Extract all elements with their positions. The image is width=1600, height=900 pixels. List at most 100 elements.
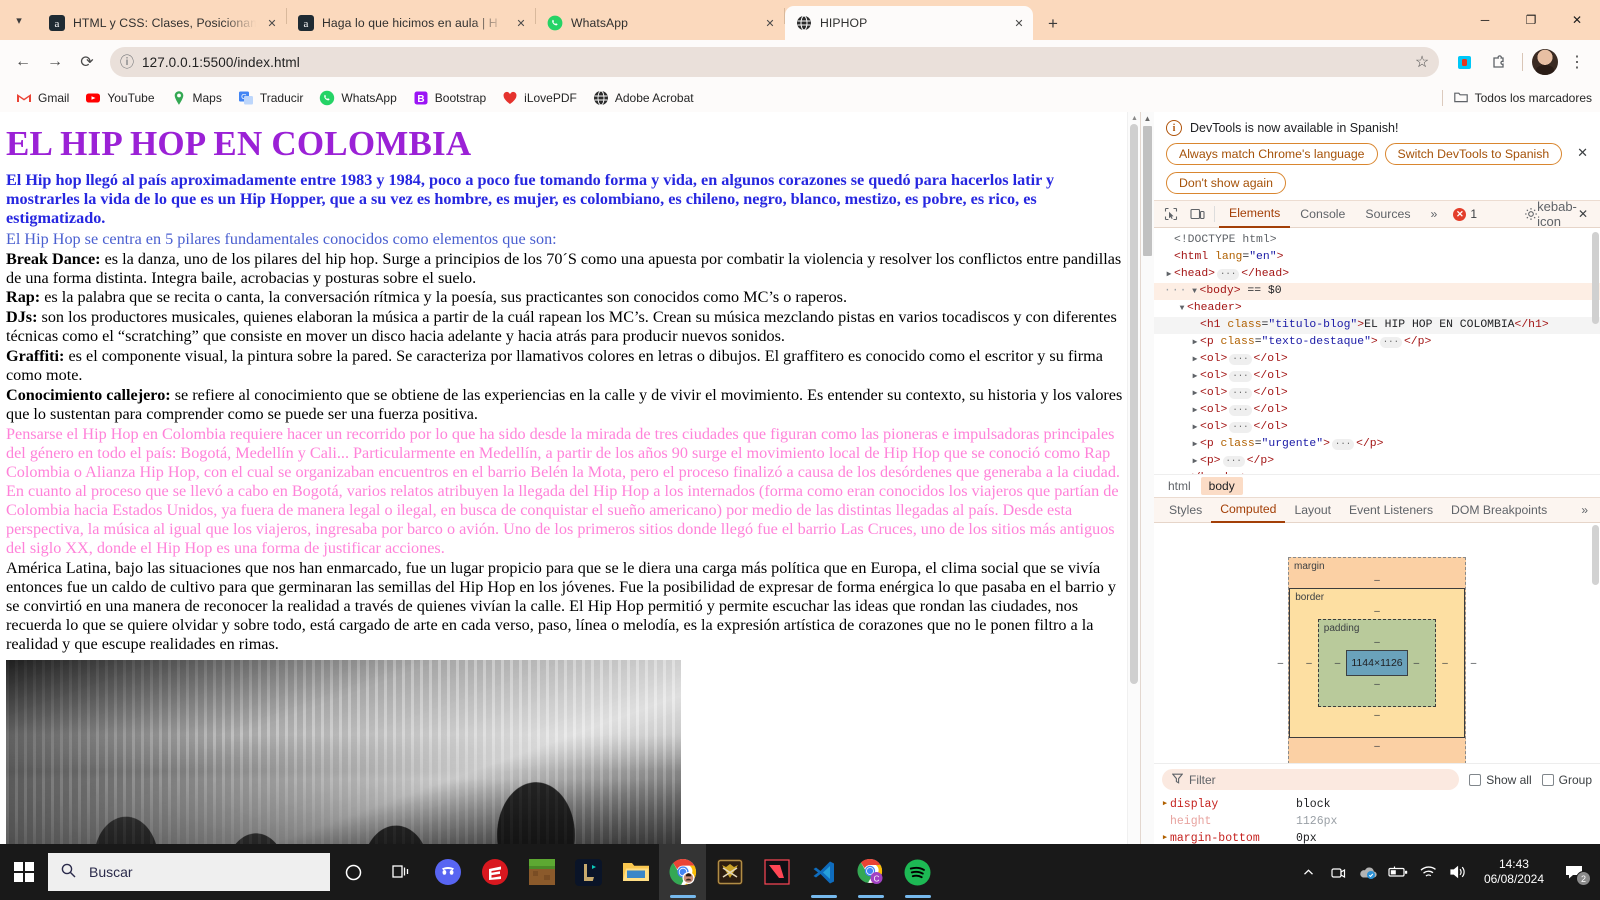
dont-show-again-button[interactable]: Don't show again	[1166, 172, 1286, 194]
back-button[interactable]: ←	[8, 47, 38, 77]
dom-node-row[interactable]: <html lang="en">	[1154, 249, 1600, 266]
bookmark-whatsapp[interactable]: WhatsApp	[311, 87, 404, 109]
border-right-value[interactable]: –	[1442, 658, 1448, 669]
expand-arrow-icon[interactable]	[1190, 402, 1200, 419]
close-devtools-icon[interactable]: ✕	[1570, 202, 1596, 226]
inspect-element-icon[interactable]	[1158, 202, 1184, 226]
address-bar[interactable]: ⓘ 127.0.0.1:5500/index.html ☆	[110, 47, 1439, 77]
padding-bottom-value[interactable]: –	[1374, 679, 1380, 690]
expand-arrow-icon[interactable]	[1177, 300, 1187, 317]
padding-right-value[interactable]: –	[1414, 658, 1420, 669]
computed-property-row[interactable]: height 1126px	[1160, 813, 1600, 830]
border-left-value[interactable]: –	[1306, 658, 1312, 669]
margin-left-value[interactable]: –	[1278, 658, 1284, 669]
dom-node-row[interactable]: <h1 class="titulo-blog">EL HIP HOP EN CO…	[1154, 317, 1600, 334]
switch-devtools-spanish-button[interactable]: Switch DevTools to Spanish	[1384, 143, 1563, 165]
browser-tab-4-active[interactable]: HIPHOP ✕	[785, 6, 1033, 40]
close-icon[interactable]: ✕	[1011, 15, 1027, 31]
dom-node-row[interactable]: <head>···</head>	[1154, 266, 1600, 283]
bookmark-maps[interactable]: Maps	[163, 87, 230, 109]
expand-arrow-icon[interactable]	[1190, 368, 1200, 385]
padding-left-value[interactable]: –	[1335, 658, 1341, 669]
vscode-icon[interactable]	[800, 844, 847, 900]
dom-node-row[interactable]: <p class="urgente">···</p>	[1154, 436, 1600, 453]
subtab-styles[interactable]: Styles	[1160, 498, 1211, 523]
bookmark-adobe-acrobat[interactable]: Adobe Acrobat	[585, 87, 702, 109]
bookmark-star-icon[interactable]: ☆	[1411, 51, 1433, 73]
dom-node-row[interactable]: <header>	[1154, 300, 1600, 317]
subtab-layout[interactable]: Layout	[1285, 498, 1340, 523]
tab-sources[interactable]: Sources	[1355, 201, 1420, 228]
page-scrollbar[interactable]: ▲ ▼	[1127, 112, 1140, 864]
always-match-language-button[interactable]: Always match Chrome's language	[1166, 143, 1378, 165]
bookmark-ilovepdf[interactable]: iLovePDF	[494, 87, 585, 109]
expand-arrow-icon[interactable]	[1190, 283, 1200, 300]
dom-node-row[interactable]: </header>	[1154, 470, 1600, 474]
dom-node-row[interactable]: <ol>···</ol>	[1154, 351, 1600, 368]
avatar[interactable]	[1532, 49, 1558, 75]
expand-arrow-icon[interactable]	[1190, 419, 1200, 436]
error-indicator[interactable]: ✕ 1	[1453, 207, 1477, 221]
filter-input[interactable]: Filter	[1162, 769, 1460, 790]
camera-icon[interactable]	[1324, 844, 1354, 900]
expand-arrow-icon[interactable]	[1164, 266, 1174, 283]
margin-bottom-value[interactable]: –	[1374, 741, 1380, 752]
border-bottom-value[interactable]: –	[1374, 710, 1380, 721]
volume-icon[interactable]	[1444, 844, 1474, 900]
dom-scrollbar[interactable]	[1590, 228, 1600, 474]
dom-node-row[interactable]: <p>···</p>	[1154, 453, 1600, 470]
breadcrumb-body[interactable]: body	[1200, 477, 1243, 496]
search-input[interactable]: Buscar	[48, 853, 330, 891]
extension-icon[interactable]	[1449, 47, 1479, 77]
close-banner-icon[interactable]: ✕	[1577, 145, 1588, 161]
scrollbar-thumb[interactable]	[1143, 126, 1152, 256]
dom-node-row[interactable]: <p class="texto-destaque">···</p>	[1154, 334, 1600, 351]
subtabs-overflow-icon[interactable]: »	[1575, 503, 1594, 517]
expand-arrow-icon[interactable]	[1190, 334, 1200, 351]
bookmark-bootstrap[interactable]: B Bootstrap	[405, 87, 494, 109]
expand-arrow-icon[interactable]	[1190, 436, 1200, 453]
browser-tab-2[interactable]: a Haga lo que hicimos en aula | H ✕	[287, 6, 535, 40]
subtab-dom-breakpoints[interactable]: DOM Breakpoints	[1442, 498, 1556, 523]
site-info-icon[interactable]: ⓘ	[120, 52, 134, 72]
spotify-icon[interactable]	[894, 844, 941, 900]
dom-node-row[interactable]: <ol>···</ol>	[1154, 368, 1600, 385]
start-button[interactable]	[0, 844, 48, 900]
dom-node-row[interactable]: <!DOCTYPE html>	[1154, 232, 1600, 249]
chevron-up-icon[interactable]	[1294, 844, 1324, 900]
browser-tab-1[interactable]: a HTML y CSS: Clases, Posicionam ✕	[38, 6, 286, 40]
checkbox-box[interactable]	[1469, 773, 1482, 786]
dom-node-row[interactable]: <ol>···</ol>	[1154, 419, 1600, 436]
padding-top-value[interactable]: –	[1374, 637, 1380, 648]
clock[interactable]: 14:43 06/08/2024	[1474, 857, 1554, 887]
expand-arrow-icon[interactable]	[1190, 453, 1200, 470]
wow-icon[interactable]	[706, 844, 753, 900]
tab-elements[interactable]: Elements	[1219, 201, 1291, 228]
browser-tab-3[interactable]: WhatsApp ✕	[536, 6, 784, 40]
scrollbar-thumb[interactable]	[1592, 525, 1599, 586]
box-model-padding[interactable]: padding – – 1144×1126 – –	[1317, 619, 1437, 708]
expand-arrow-icon[interactable]	[1190, 385, 1200, 402]
dom-node-row[interactable]: ··· <body> == $0	[1154, 283, 1600, 300]
close-icon[interactable]: ✕	[762, 15, 778, 31]
subtab-event-listeners[interactable]: Event Listeners	[1340, 498, 1442, 523]
scroll-up-icon[interactable]: ▲	[1141, 112, 1154, 125]
checkbox-box[interactable]	[1541, 773, 1554, 786]
breadcrumb-html[interactable]: html	[1160, 477, 1199, 495]
margin-top-value[interactable]: –	[1374, 575, 1380, 586]
dom-node-row[interactable]: <ol>···</ol>	[1154, 385, 1600, 402]
show-all-checkbox[interactable]: Show all	[1469, 773, 1532, 787]
riot-icon[interactable]	[471, 844, 518, 900]
border-top-value[interactable]: –	[1374, 606, 1380, 617]
margin-right-value[interactable]: –	[1471, 658, 1477, 669]
subtab-computed[interactable]: Computed	[1211, 498, 1286, 523]
new-tab-button[interactable]: +	[1039, 9, 1067, 37]
wifi-icon[interactable]	[1414, 844, 1444, 900]
box-model-border[interactable]: border – – padding – – 1144×1126 – – – –	[1289, 588, 1465, 739]
battery-icon[interactable]	[1384, 844, 1414, 900]
maximize-button[interactable]: ❐	[1508, 0, 1554, 40]
all-bookmarks-area[interactable]: Todos los marcadores	[1441, 89, 1592, 108]
scrollbar-thumb[interactable]	[1130, 124, 1138, 684]
tab-search-chevron-icon[interactable]: ▾	[0, 0, 38, 40]
cortana-icon[interactable]	[330, 844, 377, 900]
